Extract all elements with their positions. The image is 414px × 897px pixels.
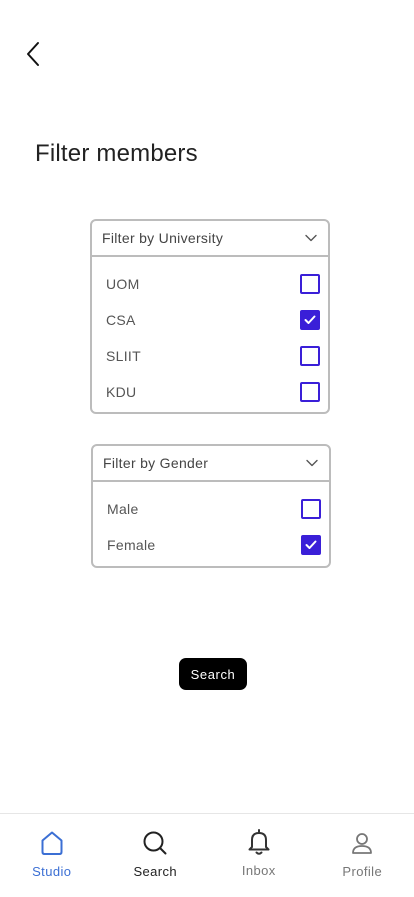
checkbox-sliit[interactable]: [300, 346, 320, 366]
chevron-left-icon: [25, 41, 41, 72]
gender-filter-label: Filter by Gender: [103, 455, 208, 471]
nav-label: Profile: [311, 864, 414, 879]
option-label: SLIIT: [106, 348, 141, 364]
gender-option-male[interactable]: Male: [93, 491, 329, 527]
nav-label: Studio: [0, 864, 104, 879]
gender-option-female[interactable]: Female: [93, 527, 329, 563]
option-label: CSA: [106, 312, 136, 328]
gender-filter-header[interactable]: Filter by Gender: [93, 446, 329, 482]
user-icon: [348, 829, 376, 857]
checkbox-male[interactable]: [301, 499, 321, 519]
university-option-csa[interactable]: CSA: [92, 302, 328, 338]
nav-label: Search: [104, 864, 208, 879]
university-filter-label: Filter by University: [102, 230, 223, 246]
gender-filter-dropdown: Filter by Gender Male Female: [91, 444, 331, 568]
checkbox-female[interactable]: [301, 535, 321, 555]
nav-label: Inbox: [207, 863, 311, 878]
page-title: Filter members: [35, 140, 198, 168]
checkbox-uom[interactable]: [300, 274, 320, 294]
checkbox-kdu[interactable]: [300, 382, 320, 402]
option-label: KDU: [106, 384, 136, 400]
nav-item-profile[interactable]: Profile: [311, 814, 414, 897]
option-label: Female: [107, 537, 155, 553]
chevron-down-icon: [304, 231, 318, 245]
university-options-list: UOM CSA SLIIT KDU: [92, 257, 328, 410]
nav-item-studio[interactable]: Studio: [0, 814, 104, 897]
chevron-down-icon: [305, 456, 319, 470]
bell-icon: [245, 828, 273, 856]
nav-item-inbox[interactable]: Inbox: [207, 814, 311, 897]
university-filter-dropdown: Filter by University UOM CSA SLIIT: [90, 219, 330, 414]
search-icon: [141, 829, 169, 857]
home-icon: [38, 829, 66, 857]
nav-item-search[interactable]: Search: [104, 814, 208, 897]
university-option-sliit[interactable]: SLIIT: [92, 338, 328, 374]
option-label: Male: [107, 501, 139, 517]
gender-options-list: Male Female: [93, 482, 329, 563]
university-option-kdu[interactable]: KDU: [92, 374, 328, 410]
university-filter-header[interactable]: Filter by University: [92, 221, 328, 257]
bottom-nav: Studio Search Inbox Profile: [0, 813, 414, 897]
search-button[interactable]: Search: [179, 658, 247, 690]
option-label: UOM: [106, 276, 140, 292]
back-button[interactable]: [18, 40, 48, 72]
checkbox-csa[interactable]: [300, 310, 320, 330]
university-option-uom[interactable]: UOM: [92, 266, 328, 302]
